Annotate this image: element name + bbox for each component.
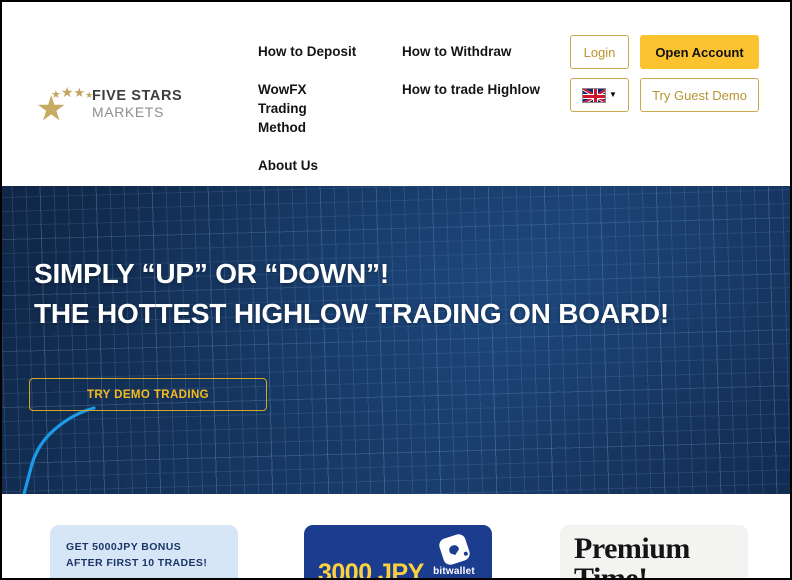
hero-headline-line-1: SIMPLY “UP” OR “DOWN”!: [34, 258, 389, 289]
nav-item-how-to-trade-highlow[interactable]: How to trade Highlow: [402, 80, 552, 99]
hero-headline-line-2: THE HOTTEST HIGHLOW TRADING ON BOARD!: [34, 298, 670, 329]
site-logo[interactable]: ★★★★ ★ FIVE STARS MARKETS: [36, 80, 186, 128]
page-root: ★★★★ ★ FIVE STARS MARKETS How to Deposit…: [0, 0, 792, 580]
premium-time-line-2: Time!: [574, 562, 648, 580]
hero-banner: SIMPLY “UP” OR “DOWN”! THE HOTTEST HIGHL…: [2, 186, 790, 494]
premium-time-line-1: Premium: [574, 532, 690, 565]
promo-card-bitwallet[interactable]: 3000 JPY bitwallet: [304, 525, 492, 580]
nav-item-about-us[interactable]: About Us: [258, 156, 388, 175]
nav-item-how-to-withdraw[interactable]: How to Withdraw: [402, 42, 552, 61]
site-header: ★★★★ ★ FIVE STARS MARKETS How to Deposit…: [2, 2, 790, 186]
gauge-leaves-icon: [676, 575, 722, 578]
uk-flag-icon: [582, 87, 607, 103]
logo-primary-text: FIVE STARS: [92, 88, 183, 105]
bitwallet-diamond-icon: [436, 532, 472, 567]
bitwallet-logo: bitwallet: [425, 532, 483, 577]
logo-secondary-text: MARKETS: [92, 103, 164, 120]
big-star-icon: ★: [36, 90, 67, 128]
bonus-card-line-2: AFTER FIRST 10 TRADES!: [66, 557, 208, 569]
promo-cards-strip: GET 5000JPY BONUS AFTER FIRST 10 TRADES!…: [2, 494, 790, 580]
bonus-card-line-1: GET 5000JPY BONUS: [66, 541, 182, 553]
nav-item-wowfx-trading-method[interactable]: WowFX Trading Method: [258, 80, 333, 137]
language-selector[interactable]: ▼: [570, 78, 629, 112]
bitwallet-amount: 3000 JPY: [318, 559, 424, 580]
rising-line-chart-icon: [22, 406, 96, 494]
five-star-logo-icon: ★★★★ ★: [36, 82, 93, 128]
nav-column-primary: How to Deposit WowFX Trading Method Abou…: [258, 42, 388, 194]
bonus-card-text: GET 5000JPY BONUS AFTER FIRST 10 TRADES!: [66, 539, 207, 571]
promo-card-bonus[interactable]: GET 5000JPY BONUS AFTER FIRST 10 TRADES!: [50, 525, 238, 578]
try-guest-demo-button[interactable]: Try Guest Demo: [640, 78, 759, 112]
open-account-button[interactable]: Open Account: [640, 35, 759, 69]
login-button[interactable]: Login: [570, 35, 629, 69]
promo-card-premium-time[interactable]: Premium Time!: [560, 525, 748, 580]
header-actions-row-1: Login Open Account: [570, 35, 759, 69]
try-demo-trading-button[interactable]: TRY DEMO TRADING: [29, 378, 267, 411]
premium-time-title: Premium Time!: [574, 532, 690, 580]
nav-column-secondary: How to Withdraw How to trade Highlow: [402, 42, 552, 118]
bitwallet-logo-text: bitwallet: [433, 566, 475, 577]
header-actions: Login Open Account ▼ Try Guest Demo: [570, 35, 759, 121]
chevron-down-icon: ▼: [609, 90, 617, 99]
nav-item-how-to-deposit[interactable]: How to Deposit: [258, 42, 388, 61]
header-actions-row-2: ▼ Try Guest Demo: [570, 78, 759, 112]
